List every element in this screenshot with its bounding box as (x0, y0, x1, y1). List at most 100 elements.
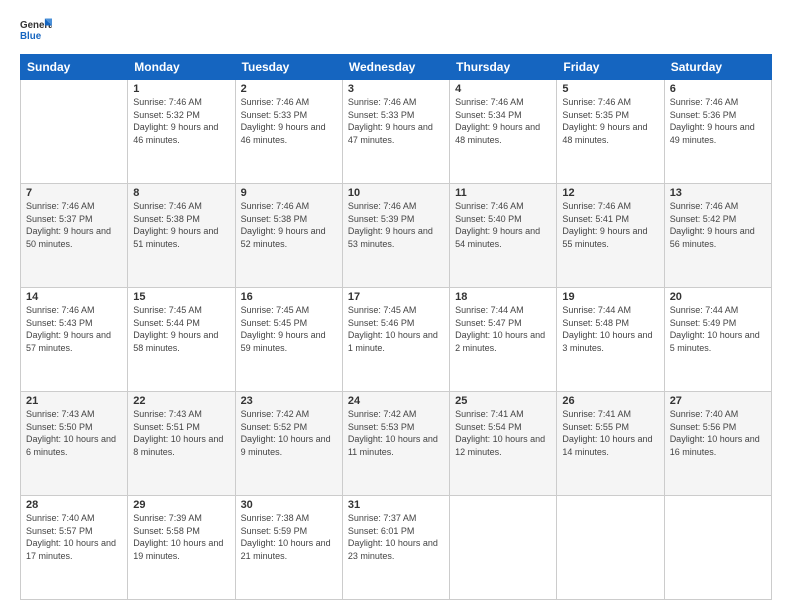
day-info: Sunrise: 7:46 AMSunset: 5:35 PMDaylight:… (562, 96, 658, 146)
day-number: 20 (670, 291, 766, 303)
day-number: 29 (133, 499, 229, 511)
calendar-cell: 2Sunrise: 7:46 AMSunset: 5:33 PMDaylight… (235, 80, 342, 184)
calendar-cell: 19Sunrise: 7:44 AMSunset: 5:48 PMDayligh… (557, 288, 664, 392)
calendar-cell: 7Sunrise: 7:46 AMSunset: 5:37 PMDaylight… (21, 184, 128, 288)
calendar-cell (450, 496, 557, 600)
calendar-cell: 27Sunrise: 7:40 AMSunset: 5:56 PMDayligh… (664, 392, 771, 496)
page-header: General Blue (20, 16, 772, 44)
day-info: Sunrise: 7:43 AMSunset: 5:51 PMDaylight:… (133, 408, 229, 458)
calendar-cell: 13Sunrise: 7:46 AMSunset: 5:42 PMDayligh… (664, 184, 771, 288)
weekday-header: Wednesday (342, 55, 449, 80)
calendar-cell: 4Sunrise: 7:46 AMSunset: 5:34 PMDaylight… (450, 80, 557, 184)
calendar-cell: 21Sunrise: 7:43 AMSunset: 5:50 PMDayligh… (21, 392, 128, 496)
day-number: 28 (26, 499, 122, 511)
calendar-cell: 24Sunrise: 7:42 AMSunset: 5:53 PMDayligh… (342, 392, 449, 496)
day-number: 8 (133, 187, 229, 199)
calendar-week-row: 1Sunrise: 7:46 AMSunset: 5:32 PMDaylight… (21, 80, 772, 184)
weekday-header: Monday (128, 55, 235, 80)
day-number: 27 (670, 395, 766, 407)
day-info: Sunrise: 7:46 AMSunset: 5:34 PMDaylight:… (455, 96, 551, 146)
calendar-cell: 31Sunrise: 7:37 AMSunset: 6:01 PMDayligh… (342, 496, 449, 600)
day-number: 1 (133, 83, 229, 95)
weekday-header: Tuesday (235, 55, 342, 80)
day-number: 12 (562, 187, 658, 199)
svg-text:Blue: Blue (20, 31, 42, 42)
calendar-cell: 25Sunrise: 7:41 AMSunset: 5:54 PMDayligh… (450, 392, 557, 496)
day-number: 3 (348, 83, 444, 95)
calendar-cell: 16Sunrise: 7:45 AMSunset: 5:45 PMDayligh… (235, 288, 342, 392)
day-info: Sunrise: 7:46 AMSunset: 5:32 PMDaylight:… (133, 96, 229, 146)
calendar-cell: 6Sunrise: 7:46 AMSunset: 5:36 PMDaylight… (664, 80, 771, 184)
calendar-cell: 20Sunrise: 7:44 AMSunset: 5:49 PMDayligh… (664, 288, 771, 392)
day-number: 18 (455, 291, 551, 303)
day-info: Sunrise: 7:38 AMSunset: 5:59 PMDaylight:… (241, 512, 337, 562)
day-number: 11 (455, 187, 551, 199)
day-number: 31 (348, 499, 444, 511)
calendar-cell: 29Sunrise: 7:39 AMSunset: 5:58 PMDayligh… (128, 496, 235, 600)
calendar-cell: 15Sunrise: 7:45 AMSunset: 5:44 PMDayligh… (128, 288, 235, 392)
day-number: 25 (455, 395, 551, 407)
day-info: Sunrise: 7:46 AMSunset: 5:39 PMDaylight:… (348, 200, 444, 250)
day-info: Sunrise: 7:46 AMSunset: 5:40 PMDaylight:… (455, 200, 551, 250)
calendar-cell: 18Sunrise: 7:44 AMSunset: 5:47 PMDayligh… (450, 288, 557, 392)
calendar-cell: 10Sunrise: 7:46 AMSunset: 5:39 PMDayligh… (342, 184, 449, 288)
day-info: Sunrise: 7:45 AMSunset: 5:44 PMDaylight:… (133, 304, 229, 354)
day-info: Sunrise: 7:46 AMSunset: 5:33 PMDaylight:… (241, 96, 337, 146)
day-number: 17 (348, 291, 444, 303)
day-info: Sunrise: 7:45 AMSunset: 5:46 PMDaylight:… (348, 304, 444, 354)
day-info: Sunrise: 7:40 AMSunset: 5:56 PMDaylight:… (670, 408, 766, 458)
day-info: Sunrise: 7:45 AMSunset: 5:45 PMDaylight:… (241, 304, 337, 354)
calendar-cell: 12Sunrise: 7:46 AMSunset: 5:41 PMDayligh… (557, 184, 664, 288)
day-number: 10 (348, 187, 444, 199)
weekday-header: Friday (557, 55, 664, 80)
day-info: Sunrise: 7:46 AMSunset: 5:33 PMDaylight:… (348, 96, 444, 146)
day-info: Sunrise: 7:46 AMSunset: 5:38 PMDaylight:… (133, 200, 229, 250)
day-number: 16 (241, 291, 337, 303)
day-info: Sunrise: 7:46 AMSunset: 5:36 PMDaylight:… (670, 96, 766, 146)
day-number: 21 (26, 395, 122, 407)
calendar-cell: 14Sunrise: 7:46 AMSunset: 5:43 PMDayligh… (21, 288, 128, 392)
calendar-cell: 23Sunrise: 7:42 AMSunset: 5:52 PMDayligh… (235, 392, 342, 496)
day-number: 14 (26, 291, 122, 303)
day-number: 26 (562, 395, 658, 407)
calendar-table: SundayMondayTuesdayWednesdayThursdayFrid… (20, 54, 772, 600)
day-number: 24 (348, 395, 444, 407)
day-info: Sunrise: 7:46 AMSunset: 5:38 PMDaylight:… (241, 200, 337, 250)
calendar-cell (21, 80, 128, 184)
calendar-cell: 26Sunrise: 7:41 AMSunset: 5:55 PMDayligh… (557, 392, 664, 496)
day-info: Sunrise: 7:37 AMSunset: 6:01 PMDaylight:… (348, 512, 444, 562)
day-number: 23 (241, 395, 337, 407)
day-info: Sunrise: 7:43 AMSunset: 5:50 PMDaylight:… (26, 408, 122, 458)
day-info: Sunrise: 7:46 AMSunset: 5:37 PMDaylight:… (26, 200, 122, 250)
day-info: Sunrise: 7:44 AMSunset: 5:48 PMDaylight:… (562, 304, 658, 354)
calendar-cell (557, 496, 664, 600)
day-info: Sunrise: 7:41 AMSunset: 5:55 PMDaylight:… (562, 408, 658, 458)
calendar-cell: 8Sunrise: 7:46 AMSunset: 5:38 PMDaylight… (128, 184, 235, 288)
calendar-week-row: 21Sunrise: 7:43 AMSunset: 5:50 PMDayligh… (21, 392, 772, 496)
day-number: 15 (133, 291, 229, 303)
day-info: Sunrise: 7:42 AMSunset: 5:53 PMDaylight:… (348, 408, 444, 458)
day-number: 5 (562, 83, 658, 95)
day-info: Sunrise: 7:44 AMSunset: 5:49 PMDaylight:… (670, 304, 766, 354)
calendar-week-row: 28Sunrise: 7:40 AMSunset: 5:57 PMDayligh… (21, 496, 772, 600)
calendar-cell: 22Sunrise: 7:43 AMSunset: 5:51 PMDayligh… (128, 392, 235, 496)
calendar-cell: 17Sunrise: 7:45 AMSunset: 5:46 PMDayligh… (342, 288, 449, 392)
day-number: 19 (562, 291, 658, 303)
day-info: Sunrise: 7:40 AMSunset: 5:57 PMDaylight:… (26, 512, 122, 562)
calendar-cell (664, 496, 771, 600)
weekday-header-row: SundayMondayTuesdayWednesdayThursdayFrid… (21, 55, 772, 80)
day-number: 13 (670, 187, 766, 199)
logo-icon: General Blue (20, 16, 52, 44)
calendar-week-row: 14Sunrise: 7:46 AMSunset: 5:43 PMDayligh… (21, 288, 772, 392)
calendar-cell: 9Sunrise: 7:46 AMSunset: 5:38 PMDaylight… (235, 184, 342, 288)
logo: General Blue (20, 16, 52, 44)
day-number: 30 (241, 499, 337, 511)
day-info: Sunrise: 7:39 AMSunset: 5:58 PMDaylight:… (133, 512, 229, 562)
calendar-cell: 28Sunrise: 7:40 AMSunset: 5:57 PMDayligh… (21, 496, 128, 600)
weekday-header: Thursday (450, 55, 557, 80)
weekday-header: Sunday (21, 55, 128, 80)
day-number: 4 (455, 83, 551, 95)
day-number: 7 (26, 187, 122, 199)
calendar-cell: 30Sunrise: 7:38 AMSunset: 5:59 PMDayligh… (235, 496, 342, 600)
day-info: Sunrise: 7:46 AMSunset: 5:43 PMDaylight:… (26, 304, 122, 354)
